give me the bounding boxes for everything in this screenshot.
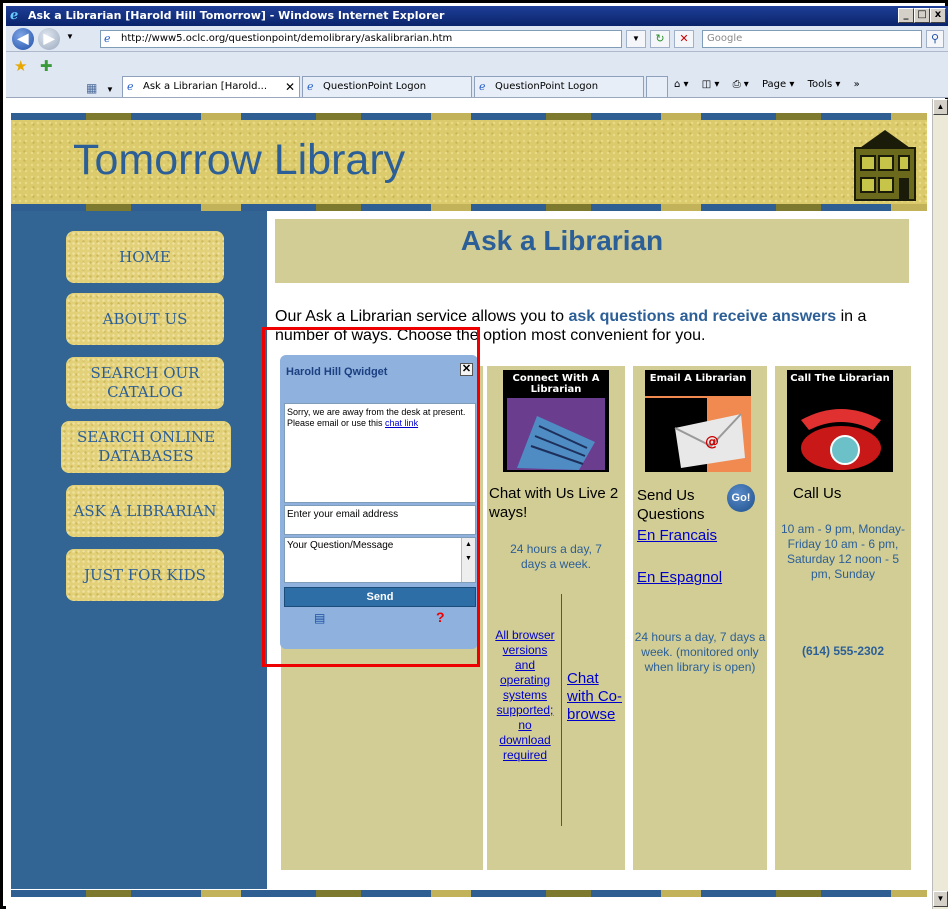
intro-bold: ask questions and receive answers — [568, 308, 837, 325]
command-bar: ⌂ ▾ ◫ ▾ ⎙ ▾ Page ▾ Tools ▾ » — [674, 79, 870, 90]
close-tab-icon[interactable]: ✕ — [285, 77, 295, 97]
tab-label: Ask a Librarian [Harold... — [143, 81, 268, 92]
forward-button[interactable]: ▶ — [38, 28, 60, 50]
site-name: Tomorrow Library — [73, 136, 406, 184]
nav-search-databases-button[interactable]: SEARCH ONLINE DATABASES — [61, 421, 231, 473]
window-title-bar: ℯ Ask a Librarian [Harold Hill Tomorrow]… — [6, 6, 948, 26]
address-dropdown-button[interactable]: ▼ — [626, 30, 646, 48]
left-nav: HOME ABOUT US SEARCH OUR CATALOG SEARCH … — [11, 211, 267, 889]
building-icon — [507, 398, 605, 470]
address-text: http://www5.oclc.org/questionpoint/demol… — [121, 33, 453, 44]
chat-divider — [561, 594, 562, 826]
page-title: Ask a Librarian — [460, 225, 664, 256]
tab-questionpoint-logon-1[interactable]: ℯ QuestionPoint Logon — [302, 76, 472, 97]
intro-pre: Our Ask a Librarian service allows you t… — [275, 308, 569, 325]
home-button[interactable]: ⌂ ▾ — [674, 79, 689, 90]
more-commands-button[interactable]: » — [854, 79, 860, 90]
ie-logo-icon: ℯ — [10, 8, 19, 23]
page-viewport: Tomorrow Library HOME ABOUT US SEARCH OU… — [6, 99, 932, 909]
tab-list-icon[interactable]: ▼ — [106, 82, 114, 98]
tab-row: ★ ✚ ▦ ▼ ℯ Ask a Librarian [Harold... ✕ ℯ… — [6, 52, 948, 98]
nav-ask-librarian-button[interactable]: ASK A LIBRARIAN — [66, 485, 224, 537]
email-heading: Send Us Questions — [637, 487, 705, 523]
call-librarian-image: Call The Librarian — [787, 370, 893, 472]
all-browsers-link[interactable]: All browser versions and operating syste… — [493, 628, 557, 763]
new-tab-button[interactable] — [646, 76, 668, 97]
header-stripe — [11, 204, 927, 211]
svg-text:@: @ — [705, 434, 719, 450]
image-caption: Connect With A Librarian — [512, 373, 600, 395]
highlight-box — [262, 327, 480, 667]
tab-page-icon: ℯ — [479, 80, 486, 93]
call-phone: (614) 555-2302 — [801, 644, 885, 658]
nav-search-catalog-button[interactable]: SEARCH OUR CATALOG — [66, 357, 224, 409]
refresh-button[interactable]: ↻ — [650, 30, 670, 48]
email-librarian-image: Email A Librarian @ — [645, 370, 751, 472]
call-heading: Call Us — [793, 485, 842, 502]
chat-heading: Chat with Us Live 2 ways! — [489, 485, 619, 521]
image-caption: Email A Librarian — [645, 370, 751, 396]
print-button[interactable]: ⎙ ▾ — [733, 79, 749, 90]
spanish-link[interactable]: En Espagnol — [637, 568, 763, 587]
page-icon: ℯ — [104, 32, 111, 45]
address-field[interactable]: ℯ http://www5.oclc.org/questionpoint/dem… — [100, 30, 622, 48]
email-column: Email A Librarian @ Send Us Questions Go… — [633, 366, 767, 870]
tab-label: QuestionPoint Logon — [495, 81, 599, 92]
title-box: Ask a Librarian — [275, 219, 909, 283]
chat-hours: 24 hours a day, 7 days a week. — [510, 542, 602, 571]
search-input[interactable]: Google — [702, 30, 922, 48]
tab-label: QuestionPoint Logon — [323, 81, 427, 92]
stop-button[interactable]: ✕ — [674, 30, 694, 48]
tab-page-icon: ℯ — [307, 80, 314, 93]
telephone-icon — [801, 409, 881, 470]
top-stripe — [11, 113, 927, 120]
window-title: Ask a Librarian [Harold Hill Tomorrow] -… — [28, 9, 445, 22]
browser-window: ℯ Ask a Librarian [Harold Hill Tomorrow]… — [0, 0, 948, 909]
bottom-stripe — [11, 890, 927, 897]
call-hours: 10 am - 9 pm, Monday-Friday 10 am - 6 pm… — [780, 522, 906, 581]
tab-ask-a-librarian[interactable]: ℯ Ask a Librarian [Harold... ✕ — [122, 76, 300, 97]
scroll-down-arrow[interactable]: ▼ — [933, 891, 948, 907]
call-column: Call The Librarian Call Us 10 am - 9 pm,… — [775, 366, 911, 870]
nav-about-us-button[interactable]: ABOUT US — [66, 293, 224, 345]
scroll-up-arrow[interactable]: ▲ — [933, 99, 948, 115]
tab-page-icon: ℯ — [127, 80, 134, 93]
house-logo-icon — [854, 130, 916, 201]
nav-home-button[interactable]: HOME — [66, 231, 224, 283]
minimize-button[interactable]: _ — [898, 8, 914, 23]
chat-column: Connect With A Librarian Chat with Us Li… — [487, 366, 625, 870]
quick-tabs-icon[interactable]: ▦ — [86, 80, 97, 96]
search-go-button[interactable]: ⚲ — [926, 30, 944, 48]
site-header: Tomorrow Library — [11, 120, 927, 206]
envelope-icon: @ — [645, 398, 745, 472]
french-link[interactable]: En Francais — [637, 526, 763, 545]
go-button[interactable]: Go! — [727, 484, 755, 512]
address-bar-row: ◀ ▶ ▼ ℯ http://www5.oclc.org/questionpoi… — [6, 26, 948, 52]
tools-menu[interactable]: Tools ▾ — [808, 79, 841, 90]
tab-questionpoint-logon-2[interactable]: ℯ QuestionPoint Logon — [474, 76, 644, 97]
nav-just-for-kids-button[interactable]: JUST FOR KIDS — [66, 549, 224, 601]
favorites-star-icon[interactable]: ★ — [14, 59, 27, 75]
back-button[interactable]: ◀ — [12, 28, 34, 50]
maximize-button[interactable]: □ — [914, 8, 930, 23]
close-window-button[interactable]: x — [930, 8, 946, 23]
chat-cobrowse-link[interactable]: Chat with Co-browse — [567, 670, 623, 724]
connect-librarian-image: Connect With A Librarian — [503, 370, 609, 472]
image-caption: Call The Librarian — [790, 373, 890, 384]
email-hours: 24 hours a day, 7 days a week. (monitore… — [634, 630, 766, 674]
vertical-scrollbar[interactable]: ▲ ▼ — [932, 99, 948, 909]
add-favorites-icon[interactable]: ✚ — [40, 59, 53, 75]
feeds-button[interactable]: ◫ ▾ — [702, 79, 720, 90]
page-menu[interactable]: Page ▾ — [762, 79, 794, 90]
history-dropdown-icon[interactable]: ▼ — [66, 32, 74, 41]
